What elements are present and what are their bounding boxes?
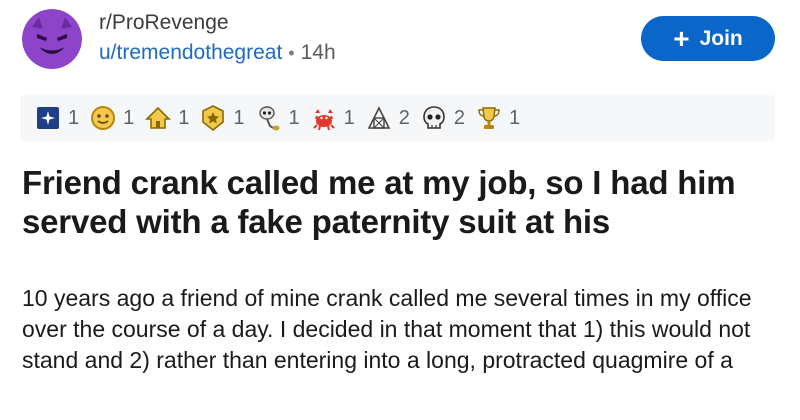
award-item[interactable]: 2 <box>420 104 465 132</box>
sketch-award-icon <box>367 106 391 129</box>
award-count: 1 <box>288 106 300 129</box>
award-item[interactable]: 1 <box>310 104 355 132</box>
award-count: 1 <box>509 106 521 129</box>
red-crab-award-icon <box>312 109 335 131</box>
award-item[interactable]: 1 <box>199 104 245 132</box>
join-button[interactable]: + Join <box>641 16 775 61</box>
gold-face-award-icon <box>91 106 116 130</box>
post-meta: r/ProRevenge u/tremendothegreat • 14h <box>99 10 336 66</box>
post-time: 14h <box>300 41 336 64</box>
join-label: Join <box>699 26 743 50</box>
award-count: 1 <box>178 106 190 129</box>
subreddit-name[interactable]: r/ProRevenge <box>99 10 336 36</box>
award-count: 1 <box>343 106 355 129</box>
separator-dot: • <box>288 43 295 63</box>
gold-badge-award-icon <box>202 105 225 132</box>
gold-trophy-award-icon <box>478 107 500 129</box>
award-item[interactable]: 1 <box>475 104 520 132</box>
post-title[interactable]: Friend crank called me at my job, so I h… <box>22 163 782 241</box>
gold-house-award-icon <box>145 106 172 129</box>
post-header: r/ProRevenge u/tremendothegreat • 14h + … <box>22 6 782 86</box>
award-item[interactable]: 1 <box>89 104 134 132</box>
award-item[interactable]: 2 <box>365 104 410 132</box>
award-count: 2 <box>453 106 465 129</box>
alien-award-icon <box>258 106 279 131</box>
award-count: 1 <box>68 106 80 129</box>
plus-icon: + <box>673 22 690 54</box>
award-item[interactable]: 1 <box>34 104 79 132</box>
blue-square-award-icon <box>37 107 59 129</box>
award-item[interactable]: 1 <box>144 104 189 132</box>
awards-bar[interactable]: 1 1 1 1 1 1 2 2 1 <box>20 95 775 141</box>
award-item[interactable]: 1 <box>255 104 300 132</box>
author-line: u/tremendothegreat • 14h <box>99 40 336 66</box>
award-count: 1 <box>233 106 245 129</box>
author-username[interactable]: u/tremendothegreat <box>99 40 282 66</box>
post-body: 10 years ago a friend of mine crank call… <box>22 285 752 373</box>
award-count: 2 <box>398 106 410 129</box>
subreddit-avatar[interactable] <box>22 9 82 69</box>
award-count: 1 <box>123 106 135 129</box>
skull-award-icon <box>423 106 445 129</box>
